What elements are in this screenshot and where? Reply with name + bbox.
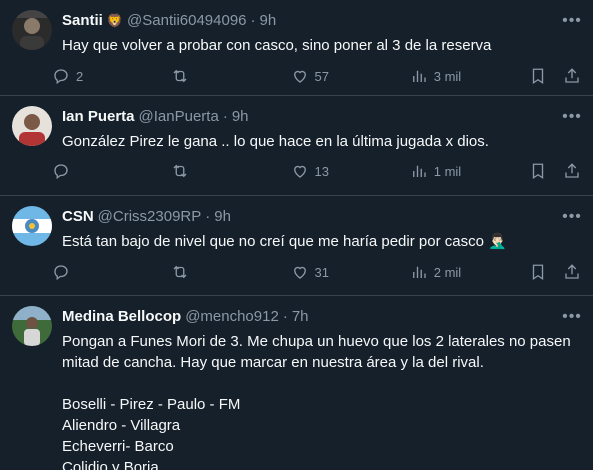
- like-count: 57: [314, 68, 329, 84]
- retweet-icon: [171, 263, 189, 281]
- bookmark-icon[interactable]: [529, 263, 547, 281]
- reply-icon: [52, 162, 70, 180]
- display-name[interactable]: Santii: [62, 12, 103, 30]
- tweet-text: Hay que volver a probar con casco, sino …: [62, 37, 492, 54]
- tweet-header: Medina Bellocop @mencho912 · 7h: [62, 308, 553, 326]
- avatar[interactable]: [12, 10, 52, 50]
- more-icon[interactable]: •••: [561, 106, 583, 128]
- bookmark-icon[interactable]: [529, 67, 547, 85]
- timestamp[interactable]: 9h: [232, 108, 249, 126]
- views-count: 1 mil: [433, 163, 462, 179]
- views-icon: [410, 263, 428, 281]
- tweet[interactable]: Medina Bellocop @mencho912 · 7h ••• Pong…: [0, 296, 593, 470]
- reply-button[interactable]: 2: [52, 67, 130, 85]
- like-count: 13: [314, 163, 329, 179]
- views-icon: [410, 162, 428, 180]
- timestamp[interactable]: 7h: [292, 308, 309, 326]
- views-button[interactable]: 1 mil: [410, 162, 488, 180]
- bookmark-icon[interactable]: [529, 162, 547, 180]
- tweet-header: CSN @Criss2309RP · 9h: [62, 208, 553, 226]
- like-count: 31: [314, 264, 329, 280]
- user-handle[interactable]: @IanPuerta: [139, 108, 219, 126]
- user-handle[interactable]: @Santii60494096: [127, 12, 247, 30]
- tweet[interactable]: Santii 🦁 @Santii60494096 · 9h ••• Hay qu…: [0, 0, 593, 96]
- more-icon[interactable]: •••: [561, 306, 583, 328]
- separator-dot: ·: [222, 108, 228, 125]
- views-button[interactable]: 3 mil: [410, 67, 488, 85]
- retweet-button[interactable]: [171, 162, 249, 180]
- tweet-actions: 13 1 mil: [52, 160, 581, 182]
- avatar[interactable]: [12, 206, 52, 246]
- more-icon[interactable]: •••: [561, 10, 583, 32]
- views-count: 3 mil: [433, 68, 462, 84]
- share-icon[interactable]: [563, 67, 581, 85]
- user-handle[interactable]: @mencho912: [185, 308, 279, 326]
- reply-button[interactable]: [52, 162, 130, 180]
- tweet[interactable]: CSN @Criss2309RP · 9h ••• Está tan bajo …: [0, 196, 593, 296]
- display-name[interactable]: Ian Puerta: [62, 108, 135, 126]
- avatar[interactable]: [12, 306, 52, 346]
- share-icon[interactable]: [563, 162, 581, 180]
- avatar[interactable]: [12, 106, 52, 146]
- reply-count: 2: [76, 68, 84, 84]
- tweet[interactable]: Ian Puerta @IanPuerta · 9h ••• González …: [0, 96, 593, 196]
- separator-dot: ·: [205, 208, 211, 225]
- timestamp[interactable]: 9h: [214, 208, 231, 226]
- display-name[interactable]: CSN: [62, 208, 94, 226]
- tweet-actions: 2 57 3 mil: [52, 65, 581, 87]
- heart-icon: [291, 263, 309, 281]
- like-button[interactable]: 31: [291, 263, 369, 281]
- tweet-header: Ian Puerta @IanPuerta · 9h: [62, 108, 553, 126]
- views-count: 2 mil: [433, 264, 462, 280]
- separator-dot: ·: [282, 308, 288, 325]
- heart-icon: [291, 162, 309, 180]
- views-button[interactable]: 2 mil: [410, 263, 488, 281]
- retweet-button[interactable]: [171, 263, 249, 281]
- display-name[interactable]: Medina Bellocop: [62, 308, 181, 326]
- retweet-button[interactable]: [171, 67, 249, 85]
- retweet-icon: [171, 162, 189, 180]
- like-button[interactable]: 13: [291, 162, 369, 180]
- reply-button[interactable]: [52, 263, 130, 281]
- heart-icon: [291, 67, 309, 85]
- tweet-text: Pongan a Funes Mori de 3. Me chupa un hu…: [62, 333, 571, 470]
- user-handle[interactable]: @Criss2309RP: [98, 208, 202, 226]
- views-icon: [410, 67, 428, 85]
- tweet-header: Santii 🦁 @Santii60494096 · 9h: [62, 12, 553, 30]
- name-emoji: 🦁: [106, 13, 124, 28]
- tweet-text: González Pirez le gana .. lo que hace en…: [62, 133, 489, 150]
- share-icon[interactable]: [563, 263, 581, 281]
- tweet-text: Está tan bajo de nivel que no creí que m…: [62, 233, 507, 250]
- reply-icon: [52, 67, 70, 85]
- more-icon[interactable]: •••: [561, 206, 583, 228]
- tweet-feed: Santii 🦁 @Santii60494096 · 9h ••• Hay qu…: [0, 0, 593, 470]
- separator-dot: ·: [250, 12, 256, 29]
- retweet-icon: [171, 67, 189, 85]
- reply-icon: [52, 263, 70, 281]
- timestamp[interactable]: 9h: [260, 12, 277, 30]
- tweet-actions: 31 2 mil: [52, 261, 581, 283]
- like-button[interactable]: 57: [291, 67, 369, 85]
